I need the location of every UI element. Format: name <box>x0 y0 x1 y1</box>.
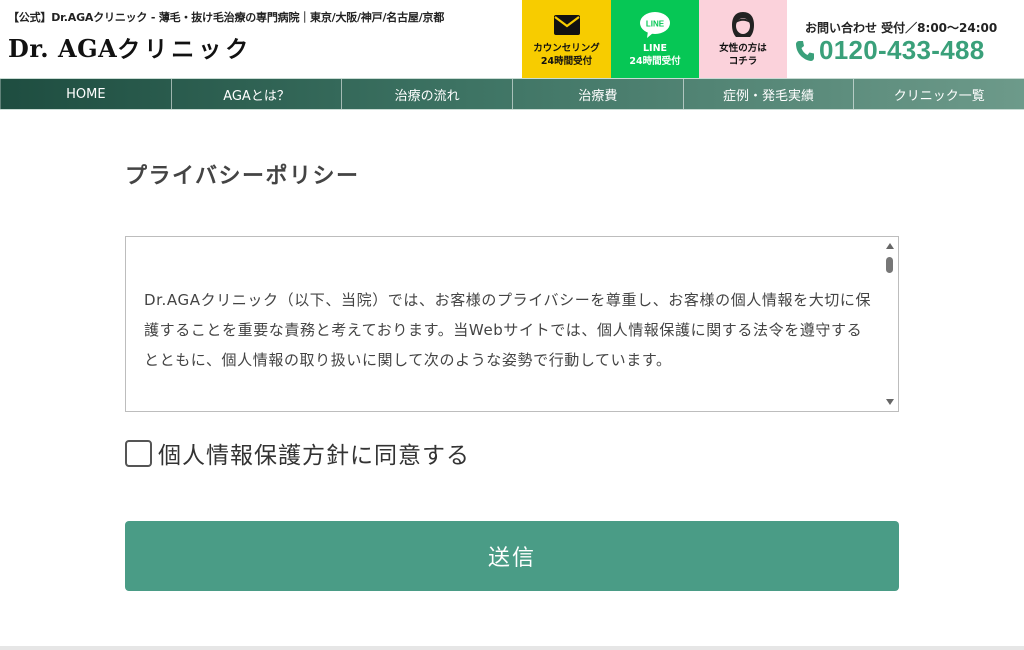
mail-icon <box>553 10 581 40</box>
logo-latin: Dr. AGA <box>8 34 118 63</box>
phone-icon <box>795 40 815 62</box>
scroll-down-arrow-icon[interactable] <box>886 399 894 405</box>
scroll-up-arrow-icon[interactable] <box>886 243 894 249</box>
counseling-hours: 24時間受付 <box>540 56 593 67</box>
page-title: プライバシーポリシー <box>125 164 360 189</box>
site-tagline: 【公式】Dr.AGAクリニック - 薄毛・抜け毛治療の専門病院｜東京/大阪/神戸… <box>8 11 445 24</box>
privacy-agree-label: 個人情報保護方針に同意する <box>158 443 470 469</box>
counseling-label: カウンセリング <box>533 43 600 54</box>
women-button[interactable]: 女性の方は コチラ <box>699 0 787 78</box>
line-hours: 24時間受付 <box>629 56 681 67</box>
phone-link[interactable]: 0120-433-488 <box>795 35 985 66</box>
nav-clinic-list[interactable]: クリニック一覧 <box>853 79 1024 109</box>
nav-cases[interactable]: 症例・発毛実績 <box>682 79 854 109</box>
footer-divider <box>0 646 1024 650</box>
line-chat-icon: LINE <box>639 10 671 40</box>
women-link-text: コチラ <box>728 56 758 67</box>
line-button[interactable]: LINE LINE 24時間受付 <box>611 0 699 78</box>
logo-kana: クリニック <box>117 37 253 63</box>
privacy-agree-checkbox[interactable] <box>125 439 152 467</box>
privacy-policy-text: Dr.AGAクリニック（以下、当院）では、お客様のプライバシーを尊重し、お客様の… <box>144 291 872 369</box>
nav-treatment-flow[interactable]: 治療の流れ <box>341 79 512 109</box>
submit-button[interactable]: 送信 <box>125 521 899 591</box>
privacy-policy-scrollbox[interactable]: Dr.AGAクリニック（以下、当院）では、お客様のプライバシーを尊重し、お客様の… <box>125 236 899 412</box>
counseling-button[interactable]: カウンセリング 24時間受付 <box>522 0 611 78</box>
contact-hours: お問い合わせ 受付／8:00〜24:00 <box>805 21 998 35</box>
site-logo[interactable]: Dr. AGAクリニック <box>8 30 252 64</box>
scroll-thumb[interactable] <box>886 257 893 273</box>
policy-scrollbar[interactable] <box>882 237 898 411</box>
nav-treatment-cost[interactable]: 治療費 <box>512 79 683 109</box>
woman-icon <box>730 10 756 40</box>
nav-home[interactable]: HOME <box>0 79 171 109</box>
phone-number: 0120-433-488 <box>819 35 985 65</box>
nav-about-aga[interactable]: AGAとは？ <box>170 79 342 109</box>
global-nav: HOME AGAとは？ 治療の流れ 治療費 症例・発毛実績 クリニック一覧 <box>0 78 1024 110</box>
line-label: LINE <box>642 43 668 54</box>
women-label: 女性の方は <box>719 43 767 54</box>
privacy-agree-control[interactable]: 個人情報保護方針に同意する <box>125 436 470 470</box>
svg-text:LINE: LINE <box>646 20 665 29</box>
site-header: 【公式】Dr.AGAクリニック - 薄毛・抜け毛治療の専門病院｜東京/大阪/神戸… <box>0 0 1024 78</box>
contact-block: お問い合わせ 受付／8:00〜24:00 0120-433-488 <box>787 0 1024 78</box>
